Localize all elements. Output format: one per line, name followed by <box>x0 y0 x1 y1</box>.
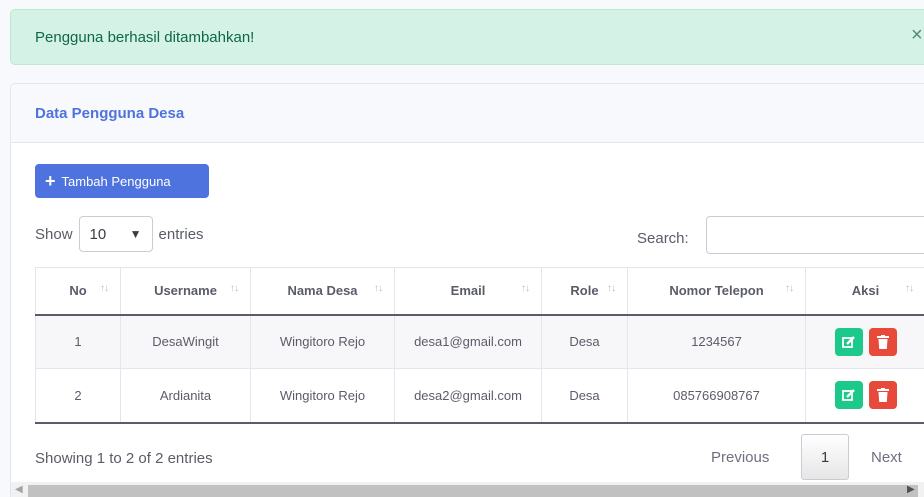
cell-no: 1 <box>35 314 121 369</box>
sort-icon: ↑↓ <box>785 283 794 294</box>
cell-role: Desa <box>541 368 628 424</box>
cell-role: Desa <box>541 314 628 369</box>
header-username[interactable]: Username ↑↓ <box>120 267 251 316</box>
trash-icon <box>876 334 889 349</box>
sort-icon: ↑↓ <box>521 283 530 294</box>
edit-button[interactable] <box>834 327 863 356</box>
sort-icon: ↑↓ <box>100 283 109 294</box>
cell-nama-desa: Wingitoro Rejo <box>250 314 395 369</box>
scroll-left-icon[interactable]: ◀ <box>15 484 23 495</box>
entries-value: 10 <box>89 225 107 243</box>
entries-select[interactable]: 10 ▼ <box>78 216 153 252</box>
cell-email: desa2@gmail.com <box>394 368 542 424</box>
cell-username: Ardianita <box>120 368 251 424</box>
header-no[interactable]: No ↑↓ <box>35 267 121 316</box>
plus-icon: + <box>45 171 56 191</box>
pagination-page-1[interactable]: 1 <box>801 434 849 480</box>
header-email[interactable]: Email ↑↓ <box>394 267 542 316</box>
close-icon[interactable]: × <box>911 25 923 45</box>
users-table: No ↑↓ Username ↑↓ Nama Desa ↑↓ Email ↑↓ Role… <box>35 267 924 424</box>
add-user-button[interactable]: + Tambah Pengguna <box>35 164 209 198</box>
card-title: Data Pengguna Desa <box>35 105 185 122</box>
cell-email: desa1@gmail.com <box>394 314 542 369</box>
scrollbar-thumb[interactable] <box>28 485 918 497</box>
table-row: 1 DesaWingit Wingitoro Rejo desa1@gmail.… <box>35 314 924 369</box>
cell-phone: 085766908767 <box>627 368 806 424</box>
add-user-label: Tambah Pengguna <box>61 173 171 189</box>
sort-icon: ↑↓ <box>230 283 239 294</box>
pagination-next[interactable]: Next <box>871 449 902 466</box>
show-label: Show <box>35 225 73 243</box>
pagination-previous[interactable]: Previous <box>711 449 769 466</box>
delete-button[interactable] <box>868 381 897 410</box>
header-aksi[interactable]: Aksi ↑↓ <box>805 267 924 316</box>
edit-button[interactable] <box>834 381 863 410</box>
cell-no: 2 <box>35 368 121 424</box>
sort-icon: ↑↓ <box>374 283 383 294</box>
header-role[interactable]: Role ↑↓ <box>541 267 628 316</box>
header-nama-desa[interactable]: Nama Desa ↑↓ <box>250 267 395 316</box>
search-input[interactable] <box>706 216 924 254</box>
card-header: Data Pengguna Desa <box>11 84 924 143</box>
users-card: Data Pengguna Desa + Tambah Pengguna Sho… <box>10 83 924 497</box>
sort-icon: ↑↓ <box>905 283 914 294</box>
cell-username: DesaWingit <box>120 314 251 369</box>
edit-icon <box>841 389 855 402</box>
table-header-row: No ↑↓ Username ↑↓ Nama Desa ↑↓ Email ↑↓ Role… <box>35 267 924 316</box>
cell-phone: 1234567 <box>627 314 806 369</box>
scroll-right-icon[interactable]: ▶ <box>907 484 915 495</box>
sort-icon: ↑↓ <box>607 283 616 294</box>
entries-label: entries <box>158 225 204 243</box>
edit-icon <box>841 335 855 348</box>
cell-actions <box>805 314 924 369</box>
delete-button[interactable] <box>868 327 897 356</box>
trash-icon <box>876 388 889 403</box>
table-row: 2 Ardianita Wingitoro Rejo desa2@gmail.c… <box>35 368 924 424</box>
entries-length-control: Show 10 ▼ entries <box>35 216 204 252</box>
search-label: Search: <box>637 230 689 247</box>
header-nomor-telepon[interactable]: Nomor Telepon ↑↓ <box>627 267 806 316</box>
horizontal-scrollbar[interactable]: ◀ ▶ <box>11 482 924 497</box>
cell-nama-desa: Wingitoro Rejo <box>250 368 395 424</box>
chevron-down-icon: ▼ <box>129 227 142 241</box>
cell-actions <box>805 368 924 424</box>
success-alert: Pengguna berhasil ditambahkan! × <box>10 9 924 65</box>
alert-message: Pengguna berhasil ditambahkan! <box>35 29 255 46</box>
table-info: Showing 1 to 2 of 2 entries <box>35 450 213 467</box>
